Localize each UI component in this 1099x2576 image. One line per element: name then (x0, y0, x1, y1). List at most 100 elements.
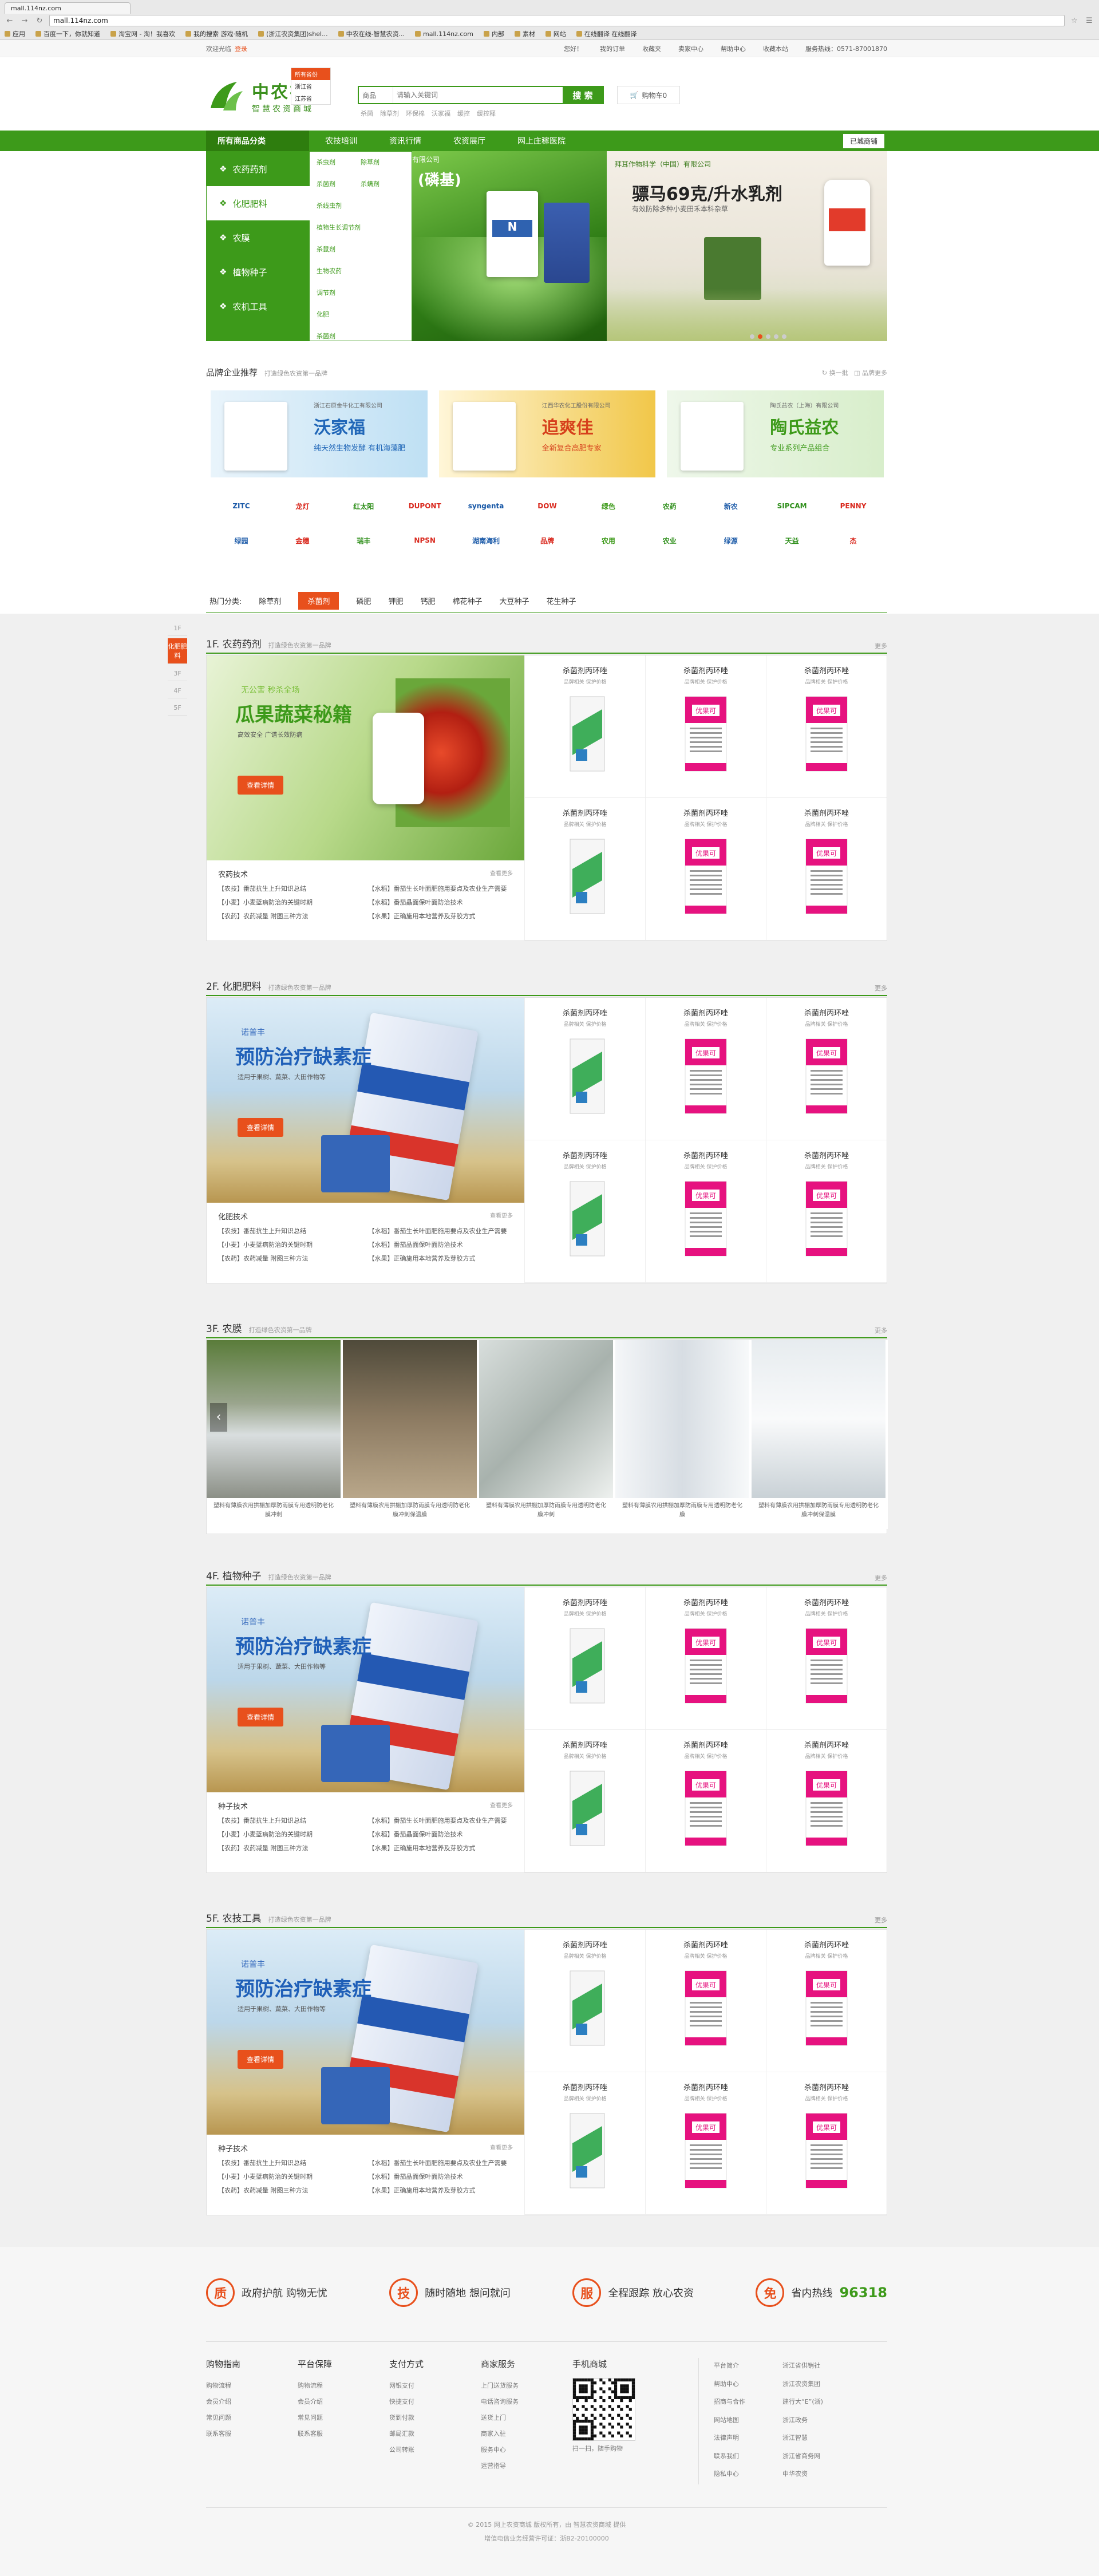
product-card[interactable]: 杀菌剂丙环唑 品牌相关 保护价格 (524, 655, 645, 798)
product-card[interactable]: 杀菌剂丙环唑 品牌相关 保护价格 (524, 1140, 645, 1283)
floor-banner[interactable]: 无公害 秒杀全场 瓜果蔬菜秘籍 高效安全 广谱长效防病 查看详情 (207, 655, 524, 860)
refresh-icon[interactable]: ↻ (822, 369, 827, 377)
news-link[interactable]: 【小麦】小麦蓝病防治的关键时期 (218, 898, 363, 907)
brand-logo[interactable]: DUPONT (409, 502, 441, 510)
brand-logo[interactable]: 农业 (663, 536, 677, 546)
product-card[interactable]: 杀菌剂丙环唑 品牌相关 保护价格 优果可 (645, 1730, 766, 1872)
news-link[interactable]: 【水果】正确施用本地营养及芽胶方式 (369, 1843, 513, 1852)
top-link[interactable]: 收藏本站 (763, 44, 788, 53)
footer-link[interactable]: 招商与合作 (714, 2394, 782, 2412)
floor-cta-button[interactable]: 查看详情 (238, 776, 284, 795)
footer-link[interactable]: 服务中心 (481, 2442, 572, 2458)
product-card[interactable]: 杀菌剂丙环唑 品牌相关 保护价格 优果可 (645, 655, 766, 798)
news-link[interactable]: 【小麦】小麦蓝病防治的关键时期 (218, 1240, 363, 1249)
footer-link[interactable]: 货到付款 (389, 2410, 481, 2426)
brand-logo[interactable]: 品牌 (540, 536, 554, 546)
news-link[interactable]: 【农技】番茄抗生上升知识总结 (218, 884, 363, 893)
brand-logo[interactable]: 新农 (724, 501, 738, 511)
news-link[interactable]: 【水稻】番茄晶面保叶面防治技术 (369, 2172, 513, 2181)
bookmark-item[interactable]: 在线翻译 在线翻译 (576, 29, 637, 38)
footer-link[interactable]: 上门送货服务 (481, 2378, 572, 2394)
top-link[interactable]: 您好！ (564, 44, 583, 53)
hot-category-link[interactable]: 除草剂 (259, 595, 281, 606)
film-product-card[interactable]: 塑料有薄膜农用拱棚加厚防雨膜专用透明防老化膜冲刺保温膜 (343, 1340, 479, 1529)
brand-logo[interactable]: syngenta (468, 502, 504, 510)
news-link[interactable]: 【水稻】番茄生长叶面肥施用要点及农业生产需要 (369, 1816, 513, 1825)
floor-cta-button[interactable]: 查看详情 (238, 1708, 284, 1726)
bookmark-item[interactable]: mall.114nz.com (415, 30, 473, 38)
forward-icon[interactable]: → (19, 17, 30, 25)
brand-logo[interactable]: PENNY (840, 502, 867, 510)
film-product-card[interactable]: 塑料有薄膜农用拱棚加厚防雨膜专用透明防老化膜 (615, 1340, 752, 1529)
subcategory-link[interactable]: 杀线虫剂 (317, 201, 361, 223)
category-item[interactable]: ❖ 农药药剂 (207, 152, 310, 186)
subcategory-link[interactable] (361, 288, 405, 310)
news-link[interactable]: 【水稻】番茄生长叶面肥施用要点及农业生产需要 (369, 2158, 513, 2167)
footer-link[interactable]: 运营指导 (481, 2458, 572, 2474)
location-option[interactable]: 所有省份 (291, 68, 330, 80)
carousel-prev-icon[interactable]: ‹ (210, 1403, 227, 1432)
floor-news-more[interactable]: 查看更多 (490, 1211, 513, 1222)
product-card[interactable]: 杀菌剂丙环唑 品牌相关 保护价格 优果可 (766, 655, 887, 798)
nav-item[interactable]: 农资展厅 (437, 135, 501, 147)
search-button[interactable]: 搜 索 (563, 87, 603, 103)
nav-item[interactable]: 资讯行情 (373, 135, 437, 147)
search-input[interactable] (393, 87, 563, 103)
news-link[interactable]: 【小麦】小麦蓝病防治的关键时期 (218, 2172, 363, 2181)
product-card[interactable]: 杀菌剂丙环唑 品牌相关 保护价格 优果可 (766, 2072, 887, 2215)
top-link[interactable]: 卖家中心 (678, 44, 703, 53)
news-link[interactable]: 【农技】番茄抗生上升知识总结 (218, 1226, 363, 1235)
news-link[interactable]: 【农技】番茄抗生上升知识总结 (218, 1816, 363, 1825)
subcategory-link[interactable]: 调节剂 (317, 288, 361, 310)
footer-link[interactable]: 常见问题 (298, 2410, 389, 2426)
brand-logo[interactable]: 金穗 (295, 536, 309, 546)
subcategory-link[interactable]: 杀菌剂 (317, 179, 361, 201)
top-link[interactable]: 收藏夹 (642, 44, 661, 53)
footer-link[interactable]: 平台简介 (714, 2358, 782, 2376)
browser-tab[interactable]: mall.114nz.com (5, 2, 131, 14)
floor-banner[interactable]: 诺普丰 预防治疗缺素症 适用于果树、蔬菜、大田作物等 查看详情 (207, 1930, 524, 2135)
product-card[interactable]: 杀菌剂丙环唑 品牌相关 保护价格 优果可 (766, 1930, 887, 2072)
brand-logo[interactable]: 农药 (663, 501, 677, 511)
footer-link[interactable]: 隐私中心 (714, 2466, 782, 2484)
footer-link[interactable]: 建行大“E”(浙) (782, 2394, 851, 2412)
category-item[interactable]: ❖ 化肥肥料 (207, 186, 310, 220)
star-icon[interactable]: ☆ (1069, 17, 1080, 25)
footer-link[interactable]: 联系我们 (714, 2448, 782, 2467)
brand-logo[interactable]: DOW (537, 502, 556, 510)
subcategory-link[interactable]: 杀螨剂 (361, 179, 405, 201)
brand-logo[interactable]: 龙灯 (295, 501, 309, 511)
carousel-dot[interactable] (758, 334, 762, 339)
bookmark-item[interactable]: 我的搜索 游戏·随机 (185, 29, 248, 38)
news-link[interactable]: 【水稻】番茄晶面保叶面防治技术 (369, 1240, 513, 1249)
product-card[interactable]: 杀菌剂丙环唑 品牌相关 保护价格 (524, 1930, 645, 2072)
news-link[interactable]: 【农药】农药减量 附图三种方法 (218, 1254, 363, 1263)
hot-category-link[interactable]: 棉花种子 (452, 595, 482, 606)
brand-logo[interactable]: 红太阳 (353, 501, 374, 511)
carousel-dot[interactable] (774, 334, 778, 339)
product-card[interactable]: 杀菌剂丙环唑 品牌相关 保护价格 优果可 (645, 798, 766, 941)
footer-link[interactable]: 快捷支付 (389, 2394, 481, 2410)
footer-link[interactable]: 法律声明 (714, 2430, 782, 2448)
back-icon[interactable]: ← (5, 17, 15, 25)
category-item[interactable]: ❖ 农机工具 (207, 289, 310, 323)
floor-cta-button[interactable]: 查看详情 (238, 2050, 284, 2069)
floor-nav-item[interactable]: 1F (168, 621, 187, 636)
brand-logo[interactable]: 绿色 (602, 501, 615, 511)
news-link[interactable]: 【水稻】番茄生长叶面肥施用要点及农业生产需要 (369, 1226, 513, 1235)
bookmark-item[interactable]: 百度一下，你就知道 (35, 29, 100, 38)
subcategory-link[interactable]: 杀菌剂 (317, 331, 361, 353)
floor-banner[interactable]: 诺普丰 预防治疗缺素症 适用于果树、蔬菜、大田作物等 查看详情 (207, 1587, 524, 1792)
film-product-card[interactable]: 塑料有薄膜农用拱棚加厚防雨膜专用透明防老化膜冲刺 (207, 1340, 343, 1529)
product-card[interactable]: 杀菌剂丙环唑 品牌相关 保护价格 优果可 (766, 1730, 887, 1872)
hot-category-link[interactable]: 杀菌剂 (298, 592, 339, 610)
footer-link[interactable]: 网站地图 (714, 2412, 782, 2431)
product-card[interactable]: 杀菌剂丙环唑 品牌相关 保护价格 (524, 798, 645, 941)
news-link[interactable]: 【农技】番茄抗生上升知识总结 (218, 2158, 363, 2167)
floor-nav-item[interactable]: 化肥肥料 (168, 638, 187, 664)
floor-more-link[interactable]: 更多 (875, 983, 887, 993)
floor-more-link[interactable]: 更多 (875, 1326, 887, 1335)
footer-link[interactable]: 帮助中心 (714, 2376, 782, 2395)
product-card[interactable]: 杀菌剂丙环唑 品牌相关 保护价格 (524, 998, 645, 1140)
hotword-link[interactable]: 除草剂 (380, 109, 399, 118)
